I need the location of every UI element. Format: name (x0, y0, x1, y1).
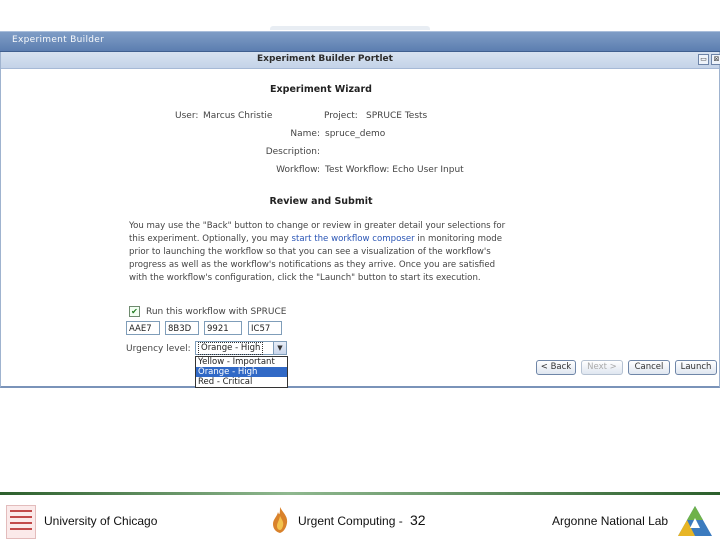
argonne-logo-icon (678, 506, 712, 536)
page-number: 32 (410, 512, 426, 528)
wizard-title: Experiment Wizard (270, 84, 372, 95)
university-logo-icon (6, 505, 36, 539)
back-button[interactable]: < Back (536, 360, 576, 375)
name-value: spruce_demo (325, 129, 386, 139)
project-label: Project: (324, 111, 358, 121)
user-value: Marcus Christie (203, 111, 273, 121)
cancel-button[interactable]: Cancel (628, 360, 670, 375)
token-field-3[interactable]: 9921 (204, 321, 242, 335)
urgency-select[interactable]: Orange - High ▼ (195, 341, 287, 355)
window-titlebar: Experiment Builder (0, 31, 720, 52)
launch-button[interactable]: Launch (675, 360, 717, 375)
description-label: Description: (265, 147, 320, 157)
top-margin (0, 0, 720, 30)
urgency-label: Urgency level: (126, 344, 191, 354)
name-label: Name: (290, 129, 320, 139)
review-title: Review and Submit (269, 196, 373, 207)
next-button[interactable]: Next > (581, 360, 623, 375)
spruce-checkbox[interactable]: ✔ (129, 306, 140, 317)
footer-left-text: University of Chicago (44, 514, 158, 528)
review-paragraph: You may use the "Back" button to change … (129, 220, 513, 285)
urgency-option-red[interactable]: Red - Critical (196, 377, 287, 387)
footer-right-text: Argonne National Lab (552, 514, 669, 528)
portlet-header: Experiment Builder Portlet ▭ ⊠ (1, 52, 720, 69)
workflow-composer-link[interactable]: start the workflow composer (291, 234, 414, 244)
chevron-down-icon[interactable]: ▼ (273, 342, 286, 354)
workflow-value: Test Workflow: Echo User Input (325, 165, 464, 175)
token-field-1[interactable]: AAE7 (126, 321, 160, 335)
user-label: User: (175, 111, 199, 121)
urgency-option-orange[interactable]: Orange - High (196, 367, 287, 377)
portlet-panel: Experiment Builder Portlet ▭ ⊠ Experimen… (0, 52, 720, 388)
close-icon[interactable]: ⊠ (711, 54, 720, 65)
urgency-option-yellow[interactable]: Yellow - Important (196, 357, 287, 367)
workflow-label: Workflow: (276, 165, 320, 175)
project-value: SPRUCE Tests (366, 111, 428, 121)
token-field-2[interactable]: 8B3D (165, 321, 199, 335)
portlet-title: Experiment Builder Portlet (257, 54, 393, 64)
flame-icon (273, 507, 288, 533)
footer-divider (0, 492, 720, 495)
footer-center-text: Urgent Computing - (298, 514, 403, 528)
tab-hint (270, 26, 430, 30)
urgency-selected-value: Orange - High (198, 342, 264, 355)
token-field-4[interactable]: IC57 (248, 321, 282, 335)
minimize-icon[interactable]: ▭ (698, 54, 709, 65)
window-title: Experiment Builder (12, 35, 105, 45)
spruce-checkbox-label: Run this workflow with SPRUCE (146, 307, 287, 317)
urgency-dropdown: Yellow - Important Orange - High Red - C… (195, 356, 288, 388)
